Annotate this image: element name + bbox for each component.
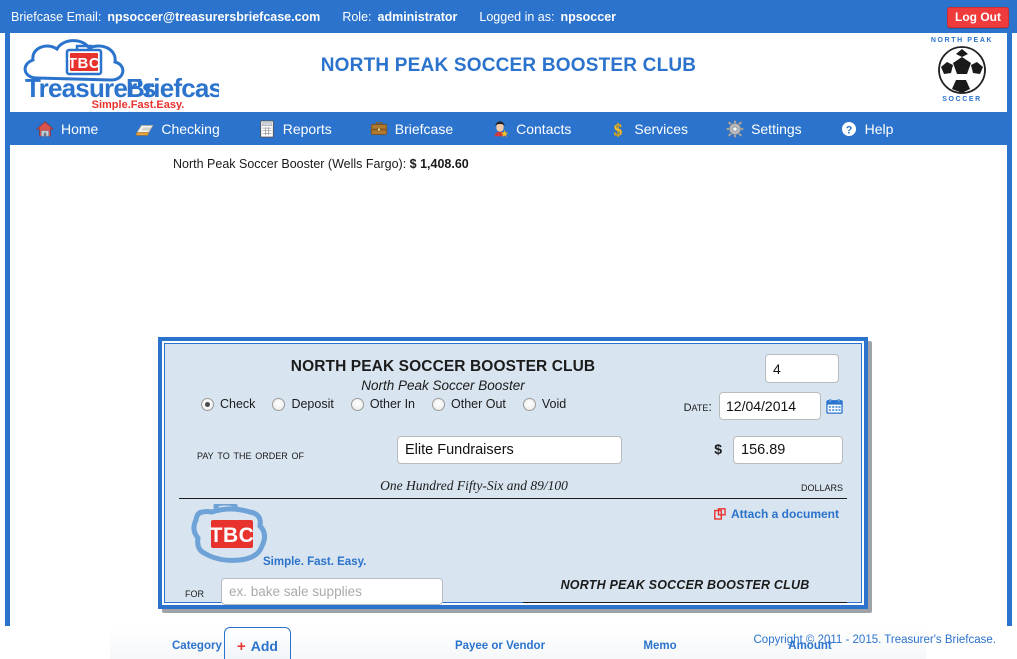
nav-item-help[interactable]: ? Help: [840, 120, 894, 138]
attach-document-link[interactable]: Attach a document: [714, 507, 839, 521]
radio-label: Void: [541, 397, 567, 411]
attach-label: Attach a document: [730, 507, 839, 521]
briefcase-icon: [370, 121, 387, 135]
main-navigation: Home Checking Reports Briefcase Contacts…: [10, 112, 1007, 145]
radio-label: Other In: [369, 397, 415, 411]
logged-in-value: npsoccer: [560, 9, 617, 24]
nav-label: Briefcase: [394, 120, 454, 137]
soccer-ball-icon: [938, 46, 986, 94]
radio-label: Other Out: [451, 397, 506, 411]
checkbook-icon: [136, 124, 155, 136]
nav-item-services[interactable]: $ Services: [609, 120, 688, 138]
check-face: NORTH PEAK SOCCER BOOSTER CLUB North Pea…: [164, 343, 862, 605]
dollar-icon: $: [614, 120, 624, 138]
date-input[interactable]: [719, 392, 821, 420]
check-number-input[interactable]: [765, 354, 839, 383]
question-circle-icon: ?: [840, 120, 858, 137]
radio-option-other-out[interactable]: Other Out: [432, 397, 506, 411]
briefcase-email-value: npsoccer@treasurersbriefcase.com: [107, 9, 321, 24]
nav-item-reports[interactable]: Reports: [258, 119, 332, 138]
radio-other-out[interactable]: [432, 397, 445, 411]
club-logo: NORTH PEAK SOCCER: [925, 37, 999, 107]
dollars-label: Dollars: [800, 479, 843, 494]
role-label: Role:: [342, 9, 372, 24]
nav-item-briefcase[interactable]: Briefcase: [370, 120, 453, 138]
signature-text: NORTH PEAK SOCCER BOOSTER CLUB: [560, 578, 810, 592]
nav-label: Contacts: [516, 120, 572, 137]
brand-header: TBC Treasurer's Briefcase Simple.Fast.Ea…: [10, 33, 1007, 112]
radio-label: Check: [220, 397, 256, 411]
attach-icon: [714, 508, 726, 520]
for-memo-input[interactable]: [221, 578, 443, 605]
nav-item-settings[interactable]: Settings: [726, 119, 802, 138]
briefcase-email-label: Briefcase Email:: [11, 9, 102, 24]
radio-option-other-in[interactable]: Other In: [350, 397, 415, 411]
nav-item-home[interactable]: Home: [36, 120, 98, 138]
radio-deposit[interactable]: [272, 397, 286, 411]
svg-text:?: ?: [845, 124, 852, 136]
house-icon: [36, 120, 54, 137]
logged-in-label: Logged in as:: [479, 9, 555, 24]
check-divider: [179, 498, 847, 499]
app-window: Briefcase Email: npsoccer@treasurersbrie…: [0, 0, 1017, 659]
main-content: North Peak Soccer Booster (Wells Fargo):…: [10, 145, 1007, 659]
club-logo-top-text: NORTH PEAK: [930, 37, 994, 44]
amount-words-row: One Hundred Fifty-Six and 89/100 Dollars: [183, 478, 843, 498]
log-out-button[interactable]: Log Out: [947, 7, 1009, 28]
radio-label: Deposit: [291, 397, 334, 411]
radio-option-void[interactable]: Void: [522, 397, 567, 411]
check-org-name: NORTH PEAK SOCCER BOOSTER CLUB: [290, 358, 596, 375]
transaction-type-radios: Check Deposit Other In Other Out Void: [201, 397, 583, 411]
gear-icon: [726, 119, 744, 138]
nav-item-checking[interactable]: Checking: [136, 120, 220, 138]
pay-to-order-label: Pay to the Order of: [197, 447, 305, 462]
page-frame: TBC Treasurer's Briefcase Simple.Fast.Ea…: [5, 33, 1012, 659]
tbc-tagline: Simple. Fast. Easy.: [263, 556, 367, 568]
radio-check[interactable]: [201, 397, 214, 411]
role-value: administrator: [377, 9, 458, 24]
svg-text:Simple.Fast.Easy.: Simple.Fast.Easy.: [92, 99, 185, 110]
nav-label: Home: [61, 120, 99, 137]
account-balance-value: $ 1,408.60: [409, 157, 469, 171]
nav-label: Checking: [161, 120, 220, 137]
svg-text:TBC: TBC: [210, 524, 255, 547]
club-logo-bottom-text: SOCCER: [942, 96, 982, 103]
date-label: Date:: [683, 397, 712, 415]
signature-line: [523, 602, 847, 603]
date-row: Date:: [684, 392, 843, 420]
check-form: NORTH PEAK SOCCER BOOSTER CLUB North Pea…: [158, 337, 868, 609]
payee-input[interactable]: [397, 436, 622, 464]
page-title: NORTH PEAK SOCCER BOOSTER CLUB: [320, 55, 697, 76]
footer-copyright: Copyright © 2011 - 2015. Treasurer's Bri…: [753, 634, 997, 646]
radio-other-in[interactable]: [350, 397, 364, 411]
check-account-name: North Peak Soccer Booster: [361, 378, 525, 393]
account-balance-line: North Peak Soccer Booster (Wells Fargo):…: [173, 157, 469, 171]
nav-item-contacts[interactable]: Contacts: [491, 120, 571, 138]
status-bar: Briefcase Email: npsoccer@treasurersbrie…: [0, 0, 1017, 33]
svg-text:$: $: [614, 120, 623, 138]
nav-label: Settings: [751, 120, 802, 137]
radio-option-check[interactable]: Check: [201, 397, 255, 411]
nav-label: Reports: [282, 120, 332, 137]
contacts-icon: [494, 120, 509, 137]
amount-in-words: One Hundred Fifty-Six and 89/100: [380, 478, 568, 493]
amount-input[interactable]: [733, 436, 843, 464]
calendar-icon[interactable]: [826, 398, 843, 415]
dollar-sign-label: $: [714, 441, 722, 457]
nav-label: Services: [634, 120, 689, 137]
for-label: For: [185, 585, 204, 600]
radio-option-deposit[interactable]: Deposit: [272, 397, 334, 411]
account-name-label: North Peak Soccer Booster (Wells Fargo):: [173, 157, 410, 171]
status-bar-text: Briefcase Email: npsoccer@treasurersbrie…: [11, 0, 616, 33]
nav-label: Help: [864, 120, 894, 137]
radio-void[interactable]: [522, 397, 536, 411]
spreadsheet-icon: [259, 119, 274, 138]
